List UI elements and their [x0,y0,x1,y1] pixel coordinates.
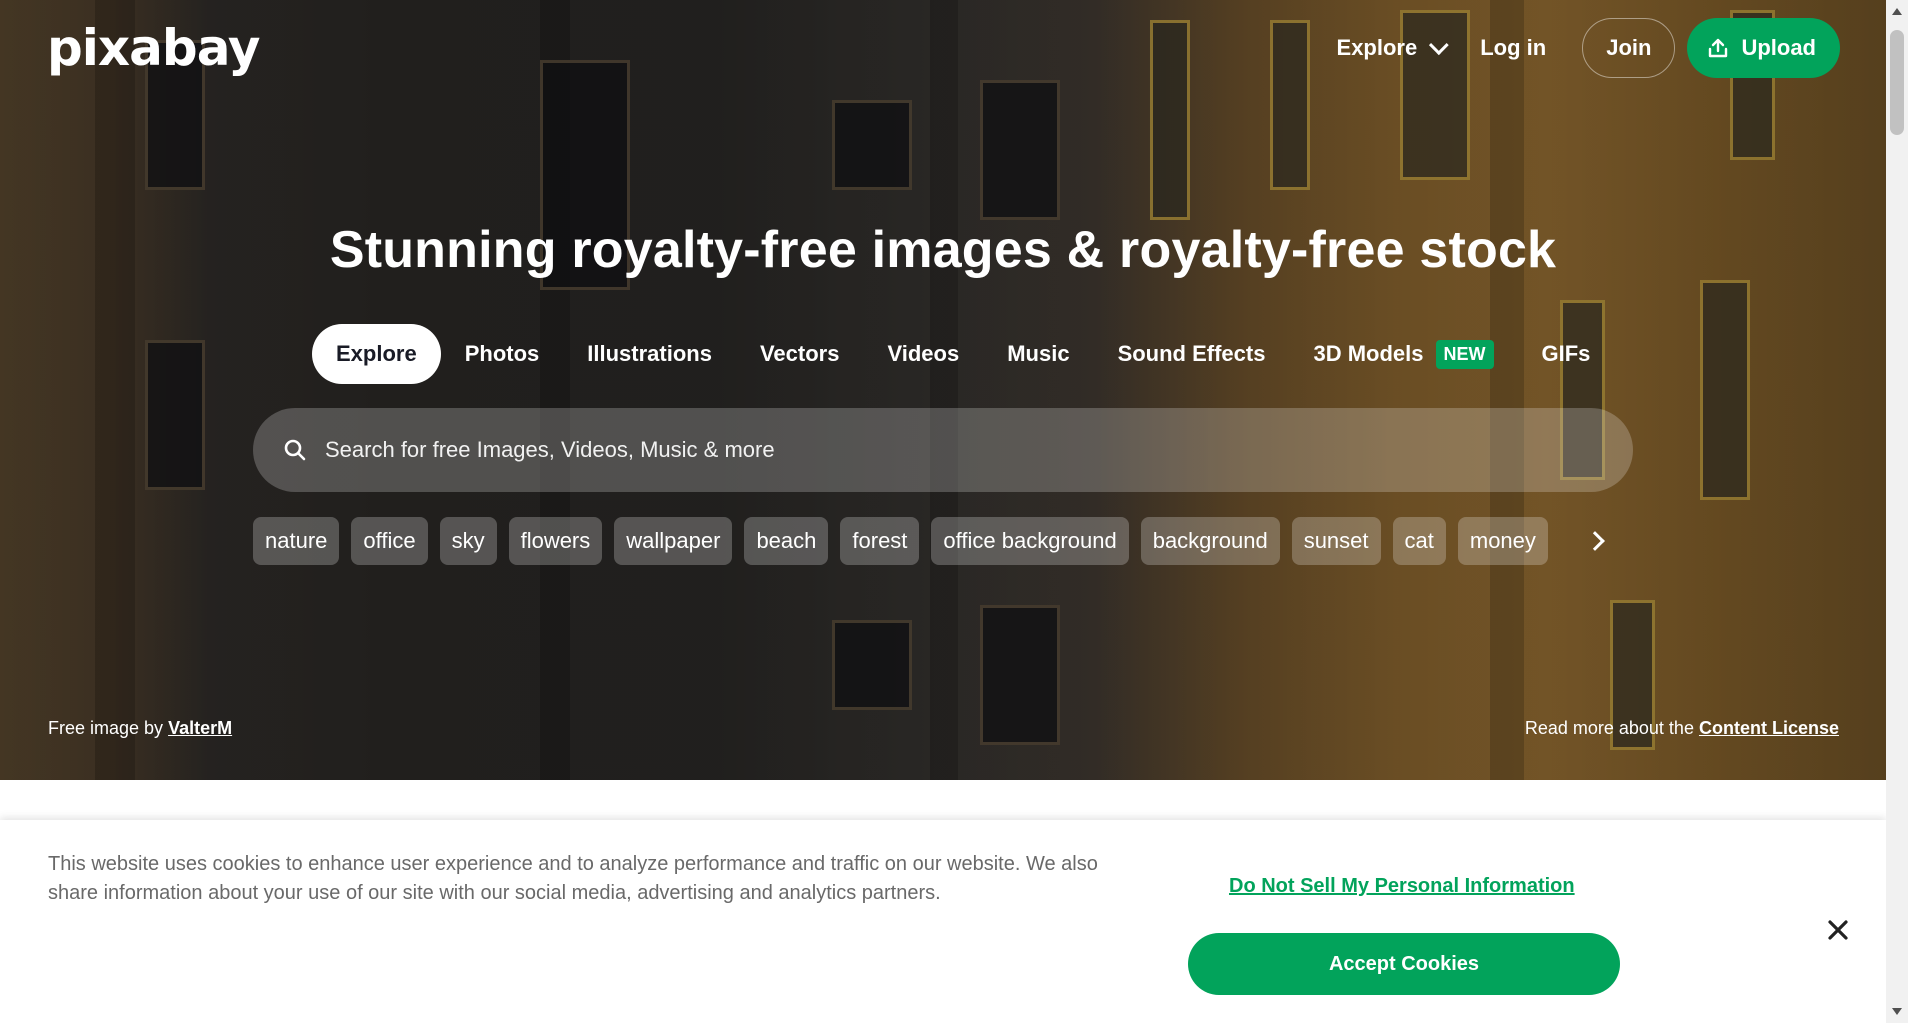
search-chip[interactable]: money [1457,517,1548,565]
cookie-banner: This website uses cookies to enhance use… [0,820,1886,1023]
top-nav: Explore Log in Join Upload [1337,18,1840,78]
scroll-up-arrow-icon[interactable] [1892,8,1902,15]
upload-button[interactable]: Upload [1687,18,1840,78]
cookie-message: This website uses cookies to enhance use… [48,853,1098,904]
search-chip[interactable]: cat [1392,517,1446,565]
join-button[interactable]: Join [1582,18,1676,78]
search-chip[interactable]: background [1140,517,1280,565]
accept-cookies-button[interactable]: Accept Cookies [1188,933,1620,995]
image-credit: Free image by ValterM [48,718,232,739]
explore-menu-label: Explore [1336,35,1418,60]
search-chip[interactable]: nature [253,517,340,565]
content-license-link[interactable]: Content License [1699,718,1839,738]
media-type-tabs: Explore Photos Illustrations Vectors Vid… [312,324,1614,384]
content-license-note: Read more about the Content License [1525,718,1839,739]
tab-videos[interactable]: Videos [863,324,983,384]
content-license-prefix: Read more about the [1524,718,1699,738]
tab-explore[interactable]: Explore [312,324,441,384]
tab-vectors[interactable]: Vectors [736,324,864,384]
search-input[interactable]: Search for free Images, Videos, Music & … [325,437,775,463]
page-scrollbar[interactable] [1886,0,1908,1023]
search-chip[interactable]: office background [931,517,1129,565]
upload-button-label: Upload [1741,35,1816,60]
hero-headline: Stunning royalty-free images & royalty-f… [329,221,1557,279]
page: pixabay Explore Log in Join Upload Stunn… [0,0,1908,1023]
search-chip[interactable]: wallpaper [614,517,733,565]
join-button-label: Join [1606,35,1652,60]
do-not-sell-link[interactable]: Do Not Sell My Personal Information [1229,875,1575,898]
accept-cookies-label: Accept Cookies [1328,952,1480,975]
search-icon [284,439,306,461]
hero-section: pixabay Explore Log in Join Upload Stunn… [0,0,1886,780]
tab-3d-models[interactable]: 3D Models NEW [1289,324,1517,384]
new-badge: NEW [1435,339,1494,369]
scroll-down-arrow-icon[interactable] [1892,1008,1902,1015]
tab-illustrations[interactable]: Illustrations [563,324,736,384]
tab-3d-models-label: 3D Models [1313,341,1424,366]
tab-photos[interactable]: Photos [441,324,564,384]
close-icon[interactable] [1824,916,1852,944]
search-chip[interactable]: flowers [508,517,603,565]
search-chip[interactable]: forest [840,517,920,565]
pixabay-logo[interactable]: pixabay [47,18,261,78]
upload-icon [1709,38,1728,58]
chevron-down-icon [1429,35,1449,56]
chevron-right-icon[interactable] [1585,531,1605,551]
tab-sound-effects[interactable]: Sound Effects [1094,324,1290,384]
image-author-link[interactable]: ValterM [168,718,232,738]
explore-menu-button[interactable]: Explore [1336,35,1449,61]
search-bar[interactable]: Search for free Images, Videos, Music & … [253,408,1633,492]
search-chip[interactable]: sky [439,517,497,565]
login-link[interactable]: Log in [1480,35,1546,61]
image-credit-prefix: Free image by [48,718,169,738]
scroll-thumb[interactable] [1890,30,1904,135]
search-chip[interactable]: sunset [1291,517,1381,565]
tab-music[interactable]: Music [983,324,1093,384]
suggested-searches: nature office sky flowers wallpaper beac… [253,517,1605,565]
search-chip[interactable]: beach [744,517,829,565]
tab-gifs[interactable]: GIFs [1518,324,1615,384]
search-chip[interactable]: office [351,517,428,565]
